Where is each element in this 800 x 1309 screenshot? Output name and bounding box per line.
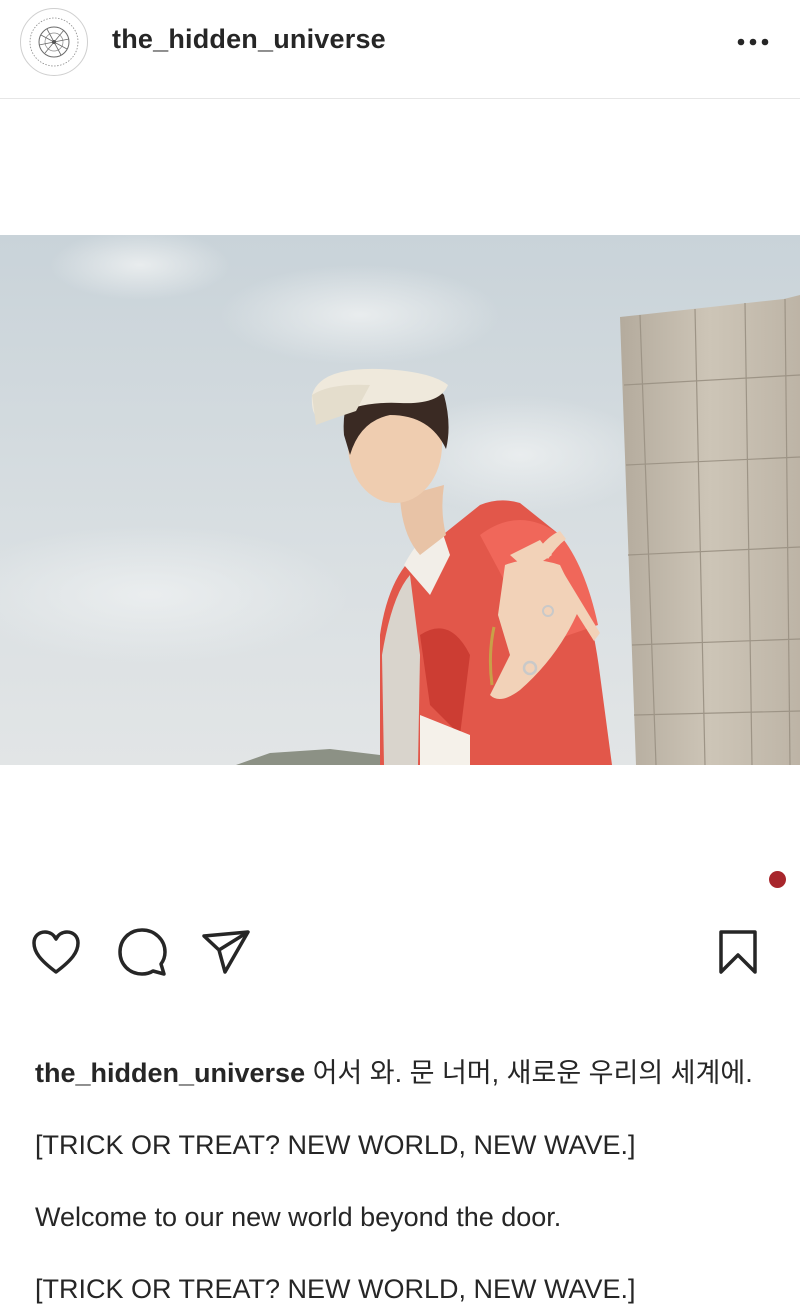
caption-username[interactable]: the_hidden_universe xyxy=(35,1058,305,1088)
share-button[interactable] xyxy=(198,924,254,980)
carousel-indicator xyxy=(769,871,786,888)
comment-icon xyxy=(118,928,167,976)
post-header: the_hidden_universe xyxy=(0,0,800,99)
post-image xyxy=(0,235,800,765)
save-button[interactable] xyxy=(712,924,764,980)
header-username[interactable]: the_hidden_universe xyxy=(112,24,386,55)
like-button[interactable] xyxy=(28,926,84,978)
avatar[interactable] xyxy=(20,8,88,76)
heart-icon xyxy=(32,930,80,974)
more-options-button[interactable] xyxy=(728,26,778,58)
caption-line-3: Welcome to our new world beyond the door… xyxy=(35,1202,562,1232)
caption-first-line: the_hidden_universe 어서 와. 문 너머, 새로운 우리의 … xyxy=(35,1054,775,1092)
constellation-logo-icon xyxy=(29,17,79,67)
bookmark-icon xyxy=(719,930,757,974)
post-caption: the_hidden_universe 어서 와. 문 너머, 새로운 우리의 … xyxy=(35,1054,775,1308)
caption-line-2: [TRICK OR TREAT? NEW WORLD, NEW WAVE.] xyxy=(35,1130,636,1160)
caption-line-4: [TRICK OR TREAT? NEW WORLD, NEW WAVE.] xyxy=(35,1274,636,1304)
caption-text: 어서 와. 문 너머, 새로운 우리의 세계에. xyxy=(305,1058,753,1088)
paper-plane-icon xyxy=(202,930,250,974)
more-horizontal-icon xyxy=(737,38,769,46)
post-photo[interactable] xyxy=(0,235,800,765)
comment-button[interactable] xyxy=(114,924,170,980)
